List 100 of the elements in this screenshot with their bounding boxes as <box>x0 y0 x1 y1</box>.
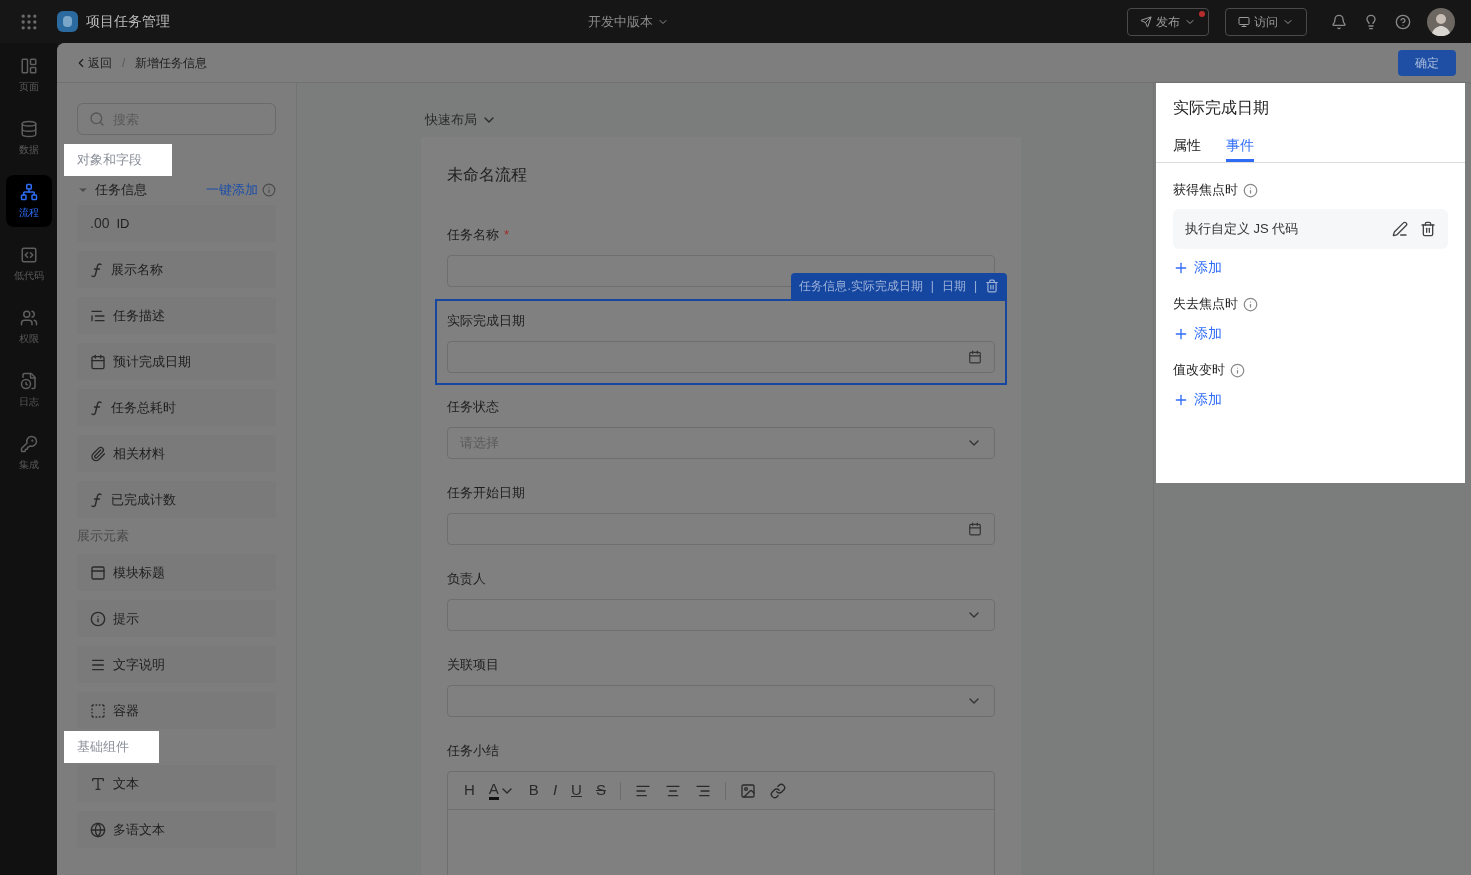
info-icon <box>1230 362 1245 378</box>
underline-button[interactable]: U <box>571 779 582 802</box>
users-icon <box>19 308 38 327</box>
app-logo-icon <box>57 11 78 32</box>
back-link[interactable]: 返回 <box>74 53 112 72</box>
database-icon <box>19 119 38 138</box>
info-icon <box>1243 182 1258 198</box>
section-title: 对象和字段 <box>77 151 142 170</box>
info-icon <box>1243 296 1258 312</box>
font-color-button[interactable]: A <box>488 781 515 800</box>
nav-item[interactable]: 低代码 <box>5 238 52 290</box>
page-title: 新增任务信息 <box>135 54 208 72</box>
send-icon <box>1140 15 1152 28</box>
number-format-icon: .00 <box>90 213 110 234</box>
field-item[interactable]: 展示名称 <box>77 251 276 288</box>
help-icon[interactable] <box>1395 13 1411 30</box>
field-item[interactable]: 预计完成日期 <box>77 343 276 380</box>
selection-tag: 任务信息.实际完成日期 | 日期 | <box>791 273 1007 299</box>
field-item[interactable]: .00 ID <box>77 205 276 242</box>
delete-icon[interactable] <box>985 279 999 293</box>
selected-field[interactable]: 实际完成日期 <box>435 299 1007 385</box>
app-title: 项目任务管理 <box>86 12 170 31</box>
select-input[interactable] <box>447 685 995 717</box>
image-icon[interactable] <box>739 782 756 799</box>
heading-button[interactable]: H <box>464 779 475 802</box>
globe-icon <box>90 821 106 838</box>
link-icon[interactable] <box>769 782 786 799</box>
date-input[interactable] <box>447 341 995 373</box>
confirm-button[interactable]: 确定 <box>1398 49 1456 76</box>
group-toggle[interactable]: 任务信息 <box>77 180 147 200</box>
field-item[interactable]: 模块标题 <box>77 554 276 591</box>
publish-button[interactable]: 发布 <box>1127 7 1209 36</box>
layout-icon <box>19 56 38 75</box>
field-item[interactable]: 相关材料 <box>77 435 276 472</box>
section-title: 基础组件 <box>77 738 129 757</box>
nav-item[interactable]: 集成 <box>5 427 52 479</box>
key-icon <box>19 434 38 453</box>
function-icon <box>90 491 104 508</box>
field-item[interactable]: 提示 <box>77 600 276 637</box>
event-title: 获得焦点时 <box>1173 181 1238 200</box>
lightbulb-icon[interactable] <box>1363 13 1379 30</box>
nav-item[interactable]: 数据 <box>5 112 52 164</box>
panel-icon <box>90 564 106 581</box>
bold-button[interactable]: B <box>528 779 539 802</box>
tab[interactable]: 属性 <box>1173 132 1201 162</box>
version-dropdown[interactable]: 开发中版本 <box>588 11 669 32</box>
add-link[interactable]: 添加 <box>1173 323 1222 344</box>
action-card[interactable]: 执行自定义 JS 代码 <box>1173 209 1448 249</box>
field-item[interactable]: 文字说明 <box>77 646 276 683</box>
field-label: 任务开始日期 <box>447 484 525 503</box>
text-icon <box>90 775 106 792</box>
info-icon <box>262 183 276 197</box>
inspector-title: 实际完成日期 <box>1173 98 1270 118</box>
strikethrough-button[interactable]: S <box>595 779 606 802</box>
nav-item[interactable]: 页面 <box>5 49 52 101</box>
add-link[interactable]: 添加 <box>1173 389 1222 410</box>
field-item[interactable]: 已完成计数 <box>77 481 276 518</box>
layout-dropdown[interactable]: 快速布局 <box>425 110 497 130</box>
function-icon <box>90 261 104 278</box>
field-label: 任务状态 <box>447 398 499 417</box>
event-title: 值改变时 <box>1173 361 1225 380</box>
field-label: 负责人 <box>447 570 486 589</box>
calendar-icon <box>968 522 982 536</box>
event-title: 失去焦点时 <box>1173 295 1238 314</box>
calendar-icon <box>90 353 106 370</box>
bell-icon[interactable] <box>1331 13 1347 30</box>
rich-text-editor[interactable]: H A B I U S <box>447 771 995 875</box>
field-label: 任务小结 <box>447 742 499 761</box>
file-clock-icon <box>19 371 38 390</box>
monitor-icon <box>1238 15 1250 28</box>
required-mark: * <box>504 226 510 245</box>
field-label: 关联项目 <box>447 656 499 675</box>
italic-button[interactable]: I <box>552 779 558 802</box>
nav-item[interactable]: 流程 <box>5 175 52 227</box>
tab[interactable]: 事件 <box>1226 132 1254 162</box>
edit-icon[interactable] <box>1392 221 1408 237</box>
field-item[interactable]: 任务总耗时 <box>77 389 276 426</box>
field-item[interactable]: 文本 <box>77 765 276 802</box>
field-label: 实际完成日期 <box>447 312 525 331</box>
visit-button[interactable]: 访问 <box>1225 7 1307 36</box>
breadcrumb-separator: / <box>122 54 126 72</box>
field-item[interactable]: 任务描述 <box>77 297 276 334</box>
info-icon <box>90 610 106 627</box>
network-icon <box>19 182 38 201</box>
form-title: 未命名流程 <box>447 165 528 185</box>
search-icon <box>89 111 105 127</box>
function-icon <box>90 399 104 416</box>
dashed-square-icon <box>90 702 106 719</box>
date-input[interactable] <box>447 513 995 545</box>
field-label: 任务名称 <box>447 226 499 245</box>
code-icon <box>19 245 38 264</box>
delete-icon[interactable] <box>1420 221 1436 237</box>
avatar[interactable] <box>1427 7 1455 36</box>
calendar-icon <box>968 350 982 364</box>
paperclip-icon <box>90 445 106 462</box>
nav-item[interactable]: 权限 <box>5 301 52 353</box>
field-item[interactable]: 容器 <box>77 692 276 729</box>
add-link[interactable]: 添加 <box>1173 257 1222 278</box>
field-item[interactable]: 多语文本 <box>77 811 276 848</box>
select-input[interactable] <box>447 599 995 631</box>
